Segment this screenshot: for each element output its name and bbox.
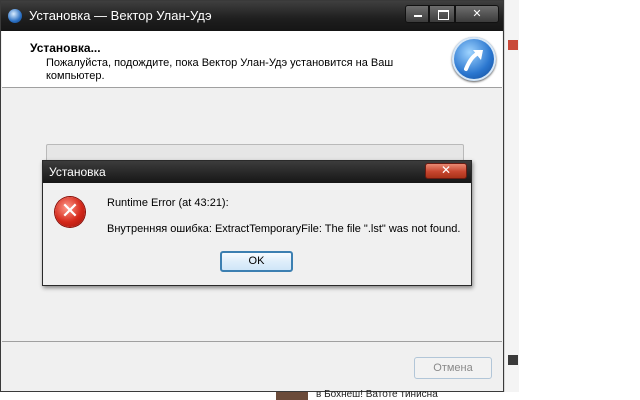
error-message-title: Runtime Error (at 43:21): bbox=[107, 197, 229, 209]
background-text: в Бохнеш! Ватоте тинисна bbox=[316, 389, 438, 400]
header-subtitle: Пожалуйста, подождите, пока Вектор Улан-… bbox=[46, 57, 394, 82]
dialog-close-button[interactable]: ✕ bbox=[425, 163, 467, 179]
window-titlebar[interactable]: Установка — Вектор Улан-Удэ ✕ bbox=[1, 1, 503, 31]
background-thumbnail bbox=[508, 40, 518, 50]
close-icon: ✕ bbox=[440, 163, 452, 177]
error-icon: ✕ bbox=[55, 197, 85, 227]
background-window bbox=[504, 0, 640, 400]
arrow-logo-glyph bbox=[464, 50, 483, 71]
ok-button[interactable]: OK bbox=[220, 251, 293, 272]
header-title: Установка... bbox=[30, 41, 101, 55]
installer-icon bbox=[8, 9, 22, 23]
error-dialog: Установка ✕ ✕ Runtime Error (at 43:21): … bbox=[42, 160, 472, 286]
arrow-logo-icon bbox=[452, 37, 496, 81]
footer-divider bbox=[2, 341, 502, 342]
cancel-button[interactable]: Отмена bbox=[414, 357, 492, 379]
background-thumbnail bbox=[276, 392, 308, 400]
maximize-button[interactable] bbox=[429, 5, 455, 23]
minimize-icon bbox=[406, 6, 428, 22]
maximize-icon bbox=[430, 6, 454, 22]
error-message-detail: Внутренняя ошибка: ExtractTemporaryFile:… bbox=[107, 223, 461, 235]
wizard-header: Установка... Пожалуйста, подождите, пока… bbox=[2, 31, 502, 88]
dialog-title: Установка bbox=[49, 165, 106, 179]
minimize-button[interactable] bbox=[405, 5, 429, 23]
close-button[interactable]: ✕ bbox=[455, 5, 499, 23]
background-content: в Бохнеш! Ватоте тинисна bbox=[276, 389, 640, 400]
close-icon: ✕ bbox=[472, 7, 482, 20]
dialog-body: ✕ Runtime Error (at 43:21): Внутренняя о… bbox=[43, 183, 471, 285]
window-title: Установка — Вектор Улан-Удэ bbox=[29, 8, 212, 23]
background-window-edge bbox=[504, 0, 519, 400]
background-thumbnail bbox=[508, 355, 518, 365]
dialog-titlebar[interactable]: Установка ✕ bbox=[43, 161, 471, 183]
